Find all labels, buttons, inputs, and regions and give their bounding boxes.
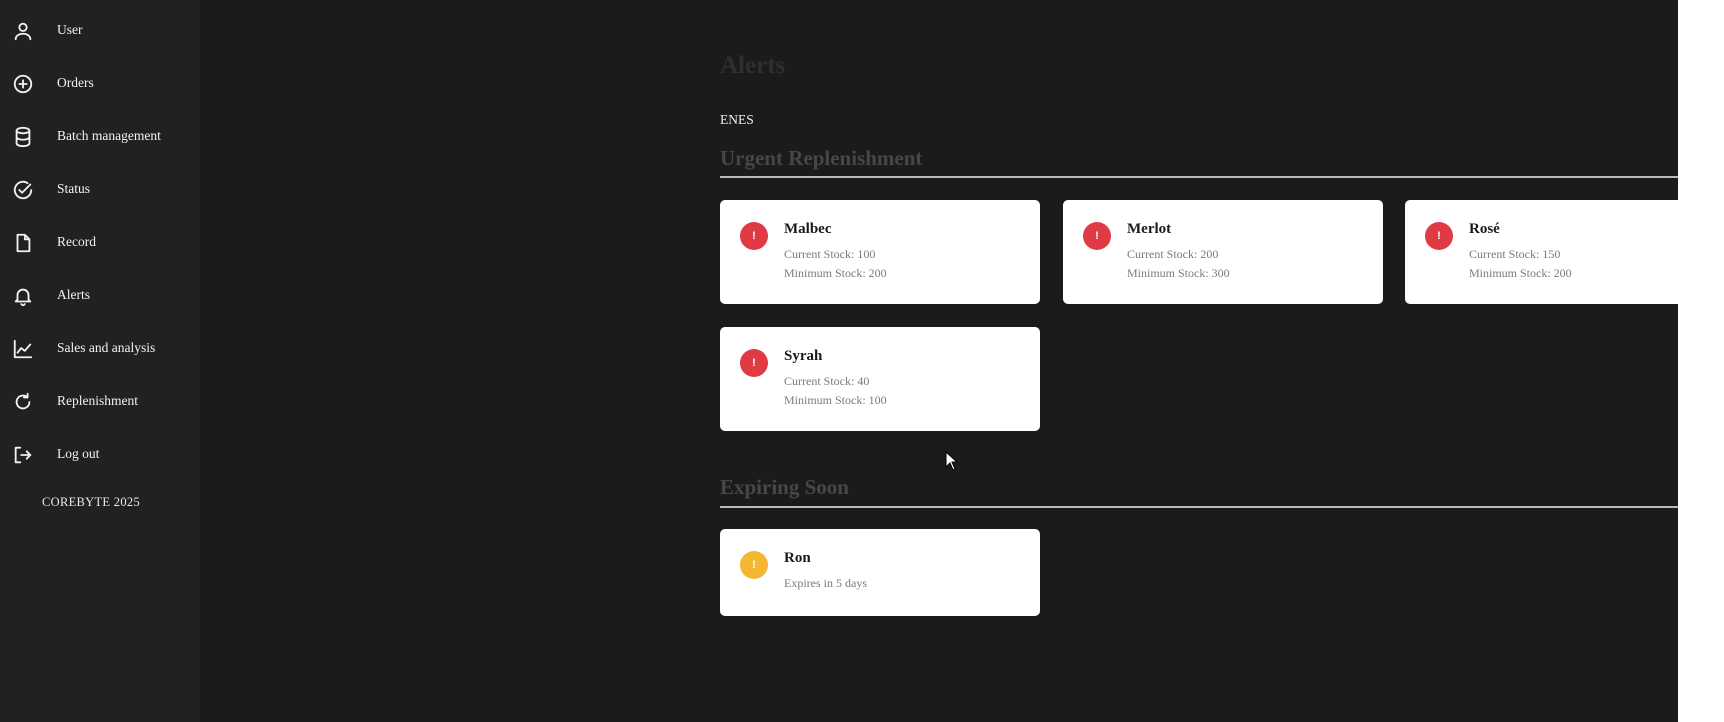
sidebar-item-label: Orders [57, 75, 94, 90]
bell-icon [12, 285, 34, 307]
sidebar-item-log-out[interactable]: Log out [0, 434, 200, 474]
sidebar-item-orders[interactable]: Orders [0, 63, 200, 103]
card-current-stock: Current Stock: 200 [1127, 247, 1219, 261]
sidebar-item-label: Sales and analysis [57, 340, 156, 355]
alert-card-expiring[interactable]: ! Ron Expires in 5 days [720, 529, 1040, 616]
alert-card-urgent[interactable]: ! Merlot Current Stock: 200 Minimum Stoc… [1063, 200, 1383, 304]
check-circle-icon [12, 179, 34, 201]
sidebar-item-label: Status [57, 181, 91, 196]
card-minimum-stock: Minimum Stock: 200 [784, 266, 887, 280]
sidebar-item-label: Alerts [57, 287, 90, 302]
sidebar-item-sales-and-analysis[interactable]: Sales and analysis [0, 328, 200, 368]
chart-line-icon [12, 338, 34, 360]
card-product-name: Merlot [1127, 221, 1172, 237]
language-toggle[interactable]: ENES [720, 112, 754, 128]
exclamation-icon: ! [1083, 222, 1111, 250]
database-icon [12, 126, 34, 148]
card-minimum-stock: Minimum Stock: 300 [1127, 266, 1230, 280]
sidebar: User Orders Batch management Status Reco… [0, 0, 200, 722]
sidebar-item-label: Batch management [57, 128, 161, 143]
sidebar-item-label: Record [57, 234, 96, 249]
card-product-name: Ron [784, 550, 811, 566]
card-current-stock: Current Stock: 100 [784, 247, 876, 261]
alert-card-urgent[interactable]: ! Malbec Current Stock: 100 Minimum Stoc… [720, 200, 1040, 304]
sidebar-item-alerts[interactable]: Alerts [0, 275, 200, 315]
card-product-name: Rosé [1469, 221, 1500, 237]
sidebar-item-label: Replenishment [57, 393, 138, 408]
document-icon [12, 232, 34, 254]
exclamation-icon: ! [740, 551, 768, 579]
sidebar-item-batch-management[interactable]: Batch management [0, 116, 200, 156]
section-divider [720, 506, 1678, 508]
card-product-name: Malbec [784, 221, 832, 237]
section-divider [720, 176, 1678, 178]
section-title-urgent: Urgent Replenishment [720, 146, 923, 170]
user-icon [12, 20, 34, 42]
sidebar-item-label: Log out [57, 446, 100, 461]
main-content: Alerts ENES Urgent Replenishment ! Malbe… [200, 0, 1678, 722]
card-expiry-detail: Expires in 5 days [784, 576, 867, 590]
sidebar-item-status[interactable]: Status [0, 169, 200, 209]
card-minimum-stock: Minimum Stock: 100 [784, 393, 887, 407]
page-title: Alerts [720, 52, 786, 79]
alert-card-urgent[interactable]: ! Syrah Current Stock: 40 Minimum Stock:… [720, 327, 1040, 431]
exclamation-icon: ! [1425, 222, 1453, 250]
sidebar-item-label: User [57, 22, 83, 37]
logout-icon [12, 444, 34, 466]
mouse-cursor-icon [945, 451, 959, 471]
plus-circle-icon [12, 73, 34, 95]
section-title-expiring: Expiring Soon [720, 475, 849, 499]
sidebar-item-record[interactable]: Record [0, 222, 200, 262]
sidebar-item-user[interactable]: User [0, 10, 200, 50]
card-minimum-stock: Minimum Stock: 200 [1469, 266, 1572, 280]
card-current-stock: Current Stock: 40 [784, 374, 870, 388]
exclamation-icon: ! [740, 349, 768, 377]
exclamation-icon: ! [740, 222, 768, 250]
sidebar-footer-brand: COREBYTE 2025 [42, 495, 140, 509]
sidebar-item-replenishment[interactable]: Replenishment [0, 381, 200, 421]
card-current-stock: Current Stock: 150 [1469, 247, 1561, 261]
alert-card-urgent[interactable]: ! Rosé Current Stock: 150 Minimum Stock:… [1405, 200, 1678, 304]
refresh-icon [12, 391, 34, 413]
window-edge [1678, 0, 1724, 722]
card-product-name: Syrah [784, 348, 823, 364]
